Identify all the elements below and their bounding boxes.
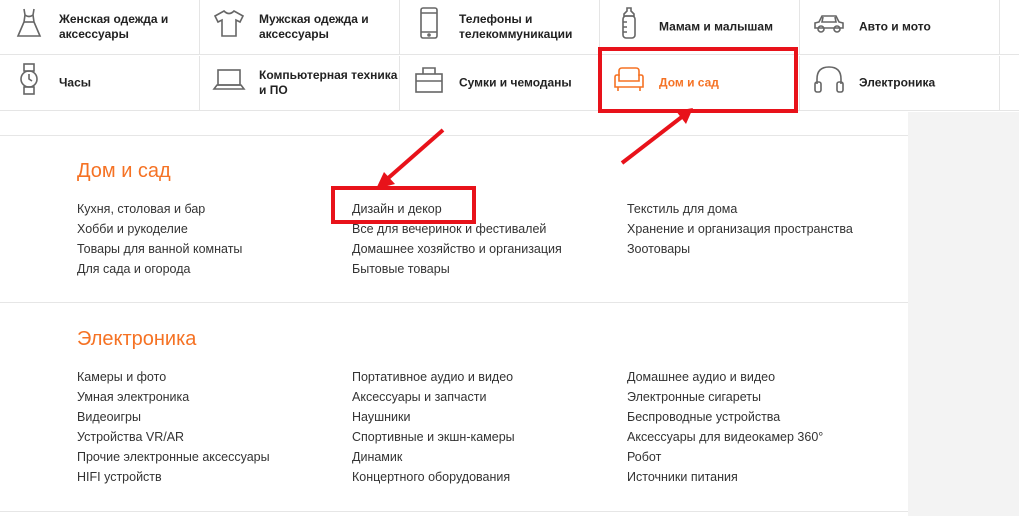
- category-womens-clothing[interactable]: Женская одежда и аксессуары: [0, 0, 200, 55]
- bag-icon: [412, 62, 446, 96]
- divider: [0, 511, 908, 512]
- subcategory-link[interactable]: Кухня, столовая и бар: [77, 202, 205, 216]
- divider: [0, 302, 908, 303]
- subcategory-link[interactable]: Аксессуары и запчасти: [352, 390, 486, 404]
- right-gray-panel: [908, 112, 1019, 516]
- subcategory-link[interactable]: Товары для ванной комнаты: [77, 242, 242, 256]
- category-auto-moto[interactable]: Авто и мото: [800, 0, 1000, 55]
- category-label: Авто и мото: [859, 19, 931, 34]
- dress-icon: [12, 6, 46, 40]
- subcategory-link[interactable]: Текстиль для дома: [627, 202, 737, 216]
- baby-bottle-icon: [612, 6, 646, 40]
- category-mens-clothing[interactable]: Мужская одежда и аксессуары: [200, 0, 400, 55]
- category-label: Телефоны и телекоммуникации: [459, 12, 573, 41]
- category-phones[interactable]: Телефоны и телекоммуникации: [400, 0, 600, 55]
- subcategory-link[interactable]: Камеры и фото: [77, 370, 166, 384]
- category-computers[interactable]: Компьютерная техника и ПО: [200, 56, 400, 111]
- car-icon: [812, 6, 846, 40]
- category-electronics[interactable]: Электроника: [800, 56, 1000, 111]
- subcategory-link[interactable]: Бытовые товары: [352, 262, 450, 276]
- category-label: Женская одежда и аксессуары: [59, 12, 169, 41]
- subcategory-link[interactable]: Для сада и огорода: [77, 262, 190, 276]
- category-cell-overflow: [1000, 0, 1019, 55]
- headphones-icon: [812, 62, 846, 96]
- highlight-box-design-decor: [331, 186, 476, 224]
- category-label: Компьютерная техника и ПО: [259, 68, 398, 97]
- subcategory-link[interactable]: Динамик: [352, 450, 402, 464]
- subcategory-link[interactable]: Концертного оборудования: [352, 470, 510, 484]
- subcategory-link[interactable]: Домашнее аудио и видео: [627, 370, 775, 384]
- subcategory-link[interactable]: Видеоигры: [77, 410, 141, 424]
- section-title-home-garden: Дом и сад: [77, 160, 171, 182]
- subcategory-link[interactable]: Умная электроника: [77, 390, 189, 404]
- tshirt-icon: [212, 6, 246, 40]
- category-cell-overflow: [1000, 56, 1019, 111]
- subcategory-link[interactable]: Хранение и организация пространства: [627, 222, 853, 236]
- watch-icon: [12, 62, 46, 96]
- subcategory-link[interactable]: Домашнее хозяйство и организация: [352, 242, 562, 256]
- subcategory-link[interactable]: Хобби и рукоделие: [77, 222, 188, 236]
- subcategory-link[interactable]: Зоотовары: [627, 242, 690, 256]
- subcategory-link[interactable]: Электронные сигареты: [627, 390, 761, 404]
- subcategory-link[interactable]: Беспроводные устройства: [627, 410, 780, 424]
- category-label: Мужская одежда и аксессуары: [259, 12, 369, 41]
- category-content: Дом и сад Кухня, столовая и бар Хобби и …: [0, 112, 908, 516]
- subcategory-link[interactable]: Прочие электронные аксессуары: [77, 450, 270, 464]
- subcategory-link[interactable]: Аксессуары для видеокамер 360°: [627, 430, 823, 444]
- phone-icon: [412, 6, 446, 40]
- subcategory-link[interactable]: Источники питания: [627, 470, 738, 484]
- category-label: Часы: [59, 75, 92, 90]
- category-bags[interactable]: Сумки и чемоданы: [400, 56, 600, 111]
- subcategory-link[interactable]: HIFI устройств: [77, 470, 162, 484]
- category-label: Сумки и чемоданы: [459, 75, 572, 90]
- laptop-icon: [212, 62, 246, 96]
- subcategory-link[interactable]: Все для вечеринок и фестивалей: [352, 222, 546, 236]
- subcategory-link[interactable]: Наушники: [352, 410, 410, 424]
- highlight-box-home-garden: [598, 47, 798, 113]
- subcategory-link[interactable]: Спортивные и экшн-камеры: [352, 430, 515, 444]
- divider: [0, 135, 908, 136]
- category-label: Мамам и малышам: [659, 19, 773, 34]
- category-grid: Женская одежда и аксессуары Мужская одеж…: [0, 0, 1019, 112]
- subcategory-link[interactable]: Робот: [627, 450, 661, 464]
- section-title-electronics: Электроника: [77, 328, 197, 350]
- category-watches[interactable]: Часы: [0, 56, 200, 111]
- category-label: Электроника: [859, 75, 936, 90]
- subcategory-link[interactable]: Портативное аудио и видео: [352, 370, 513, 384]
- subcategory-link[interactable]: Устройства VR/AR: [77, 430, 184, 444]
